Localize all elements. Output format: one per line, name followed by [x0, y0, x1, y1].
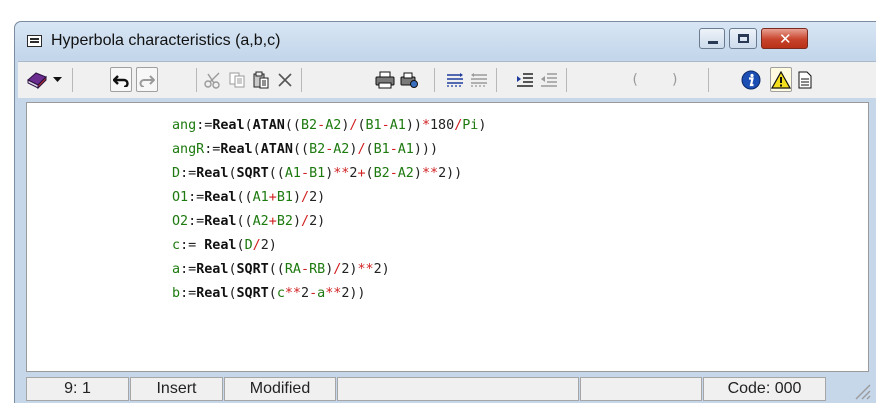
modified-indicator: Modified [224, 377, 336, 401]
print-settings-button[interactable] [398, 67, 420, 92]
toolbar-separator [708, 68, 709, 92]
cut-button[interactable] [202, 67, 224, 92]
dropdown-arrow-icon [52, 76, 62, 82]
code-line: D:=Real(SQRT((A1-B1)**2+(B2-A2)**2)) [172, 166, 463, 181]
cursor-position: 9: 1 [26, 377, 129, 401]
code-line: c:= Real(D/2) [172, 238, 277, 253]
delete-button[interactable] [274, 67, 296, 92]
document-icon [798, 71, 812, 88]
status-panel-empty [337, 377, 579, 401]
window-menu-icon[interactable] [27, 35, 42, 47]
toolbar-separator [496, 68, 497, 92]
copy-button[interactable] [226, 67, 248, 92]
editor-window: Hyperbola characteristics (a,b,c) ✕ () … [14, 21, 876, 403]
document-button[interactable] [794, 67, 816, 92]
decrease-indent-icon [541, 72, 557, 87]
increase-indent-button[interactable] [514, 67, 536, 92]
library-button[interactable] [24, 67, 50, 92]
code-line: b:=Real(SQRT(c**2-a**2)) [172, 286, 366, 301]
window-title: Hyperbola characteristics (a,b,c) [51, 32, 281, 49]
delete-icon [278, 72, 292, 87]
right-paren-icon: ) [670, 71, 680, 88]
paste-button[interactable] [250, 67, 272, 92]
code-indicator: Code: 000 [703, 377, 826, 401]
close-icon: ✕ [779, 30, 792, 48]
undo-button[interactable] [110, 67, 132, 92]
toolbar-separator [72, 68, 73, 92]
insert-mode-indicator: Insert [130, 377, 223, 401]
minimize-icon [708, 41, 718, 44]
redo-icon [139, 74, 155, 87]
resize-grip-icon[interactable] [850, 379, 872, 401]
outdent-lines-button[interactable] [468, 67, 490, 92]
toolbar-separator [434, 68, 435, 92]
code-line: angR:=Real(ATAN((B2-A2)/(B1-A1))) [172, 142, 439, 157]
print-settings-icon [400, 72, 418, 88]
outdent-lines-icon [471, 72, 487, 87]
redo-button[interactable] [136, 67, 158, 92]
code-line: a:=Real(SQRT((RA-RB)/2)**2) [172, 262, 390, 277]
code-editor[interactable]: ang:=Real(ATAN((B2-A2)/(B1-A1))*180/Pi) a… [26, 102, 869, 372]
code-line: ang:=Real(ATAN((B2-A2)/(B1-A1))*180/Pi) [172, 118, 487, 133]
info-button[interactable] [740, 67, 762, 92]
maximize-button[interactable] [729, 28, 757, 49]
close-button[interactable]: ✕ [761, 28, 808, 49]
undo-icon [113, 74, 129, 87]
decrease-indent-button[interactable] [538, 67, 560, 92]
paste-icon [253, 71, 269, 88]
warning-icon [771, 70, 791, 89]
print-icon [375, 71, 395, 88]
toolbar-separator [301, 68, 302, 92]
indent-lines-icon [447, 72, 463, 87]
toolbar-separator [196, 68, 197, 92]
code-line: O2:=Real((A2+B2)/2) [172, 214, 326, 229]
info-icon [741, 70, 761, 89]
minimize-button[interactable] [699, 28, 725, 49]
status-bar: 9: 1 Insert Modified Code: 000 [26, 377, 876, 403]
title-bar[interactable]: Hyperbola characteristics (a,b,c) ✕ [15, 22, 876, 60]
increase-indent-icon [517, 72, 533, 87]
toolbar: ( ) [18, 61, 876, 98]
status-panel-empty-2 [580, 377, 702, 401]
cut-icon [204, 72, 220, 89]
code-lines: ang:=Real(ATAN((B2-A2)/(B1-A1))*180/Pi) a… [172, 114, 486, 306]
library-dropdown[interactable] [50, 67, 64, 92]
toolbar-separator [566, 68, 567, 92]
book-icon [27, 71, 47, 89]
print-button[interactable] [374, 67, 396, 92]
maximize-icon [738, 34, 749, 43]
indent-lines-button[interactable] [444, 67, 466, 92]
right-paren-button[interactable]: ) [664, 67, 686, 92]
code-line: O1:=Real((A1+B1)/2) [172, 190, 326, 205]
left-paren-button[interactable]: ( [624, 67, 646, 92]
copy-icon [229, 72, 245, 87]
warning-button[interactable] [770, 67, 792, 92]
left-paren-icon: ( [630, 71, 640, 88]
